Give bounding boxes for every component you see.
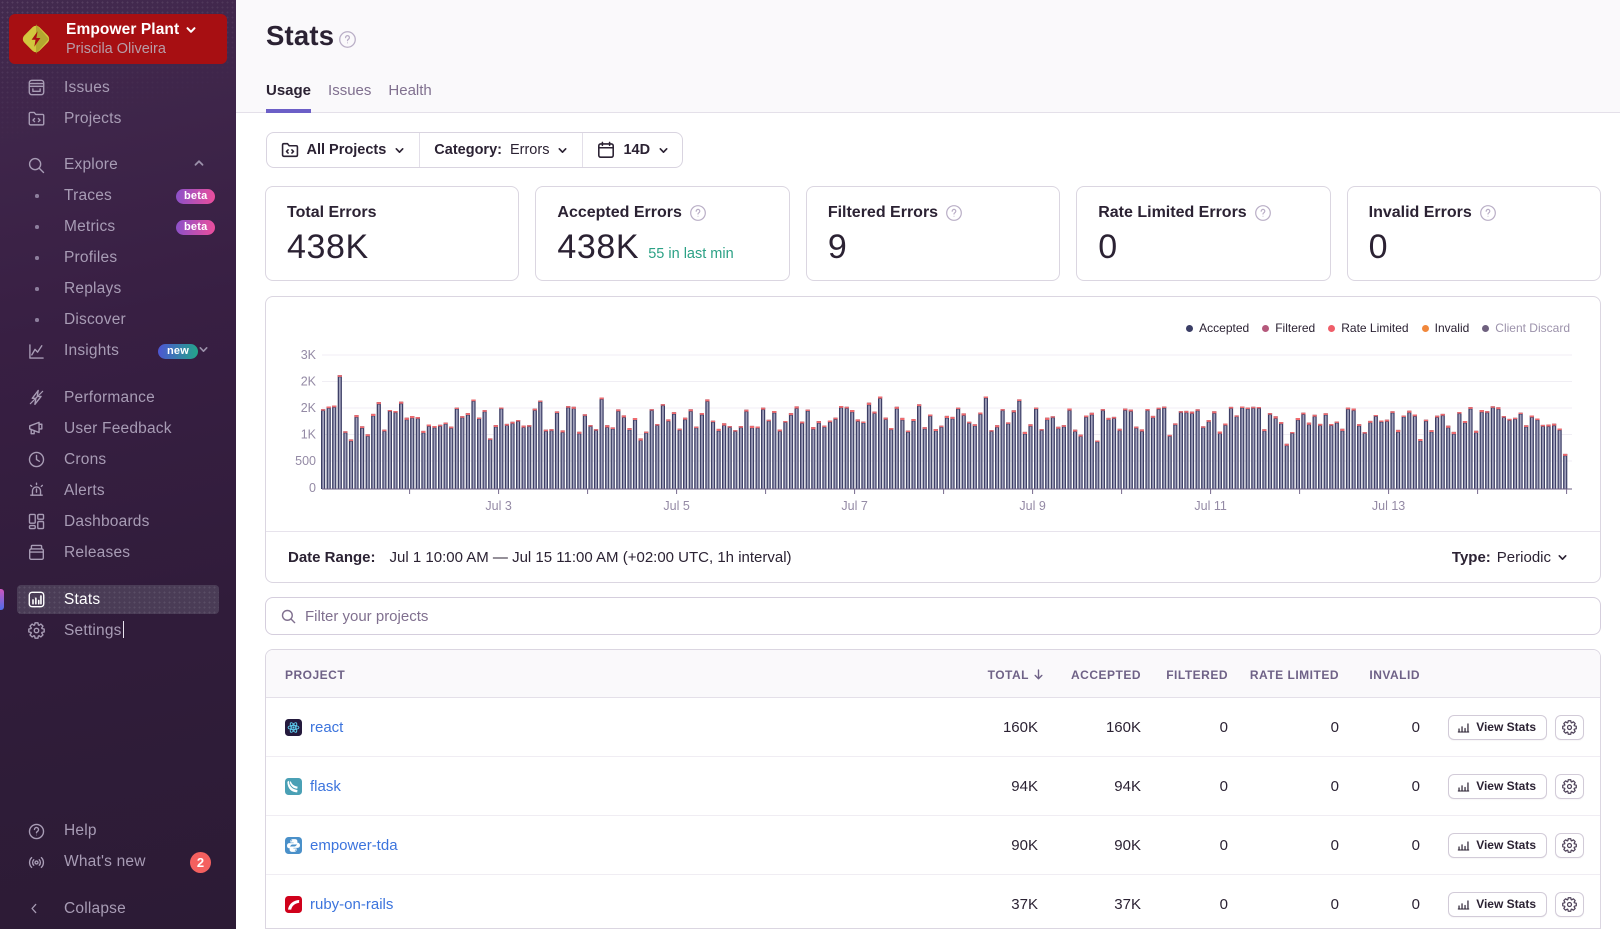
svg-text:Jul 3: Jul 3: [485, 499, 511, 513]
svg-text:2K: 2K: [301, 375, 317, 389]
svg-text:500: 500: [295, 454, 316, 468]
svg-text:0: 0: [309, 481, 316, 495]
svg-text:2K: 2K: [301, 401, 317, 415]
svg-text:Jul 5: Jul 5: [663, 499, 689, 513]
svg-text:1K: 1K: [301, 428, 317, 442]
svg-text:Jul 13: Jul 13: [1372, 499, 1405, 513]
svg-text:3K: 3K: [301, 348, 317, 362]
svg-text:Jul 11: Jul 11: [1194, 499, 1226, 513]
svg-text:Jul 9: Jul 9: [1019, 499, 1045, 513]
svg-text:Jul 7: Jul 7: [841, 499, 867, 513]
